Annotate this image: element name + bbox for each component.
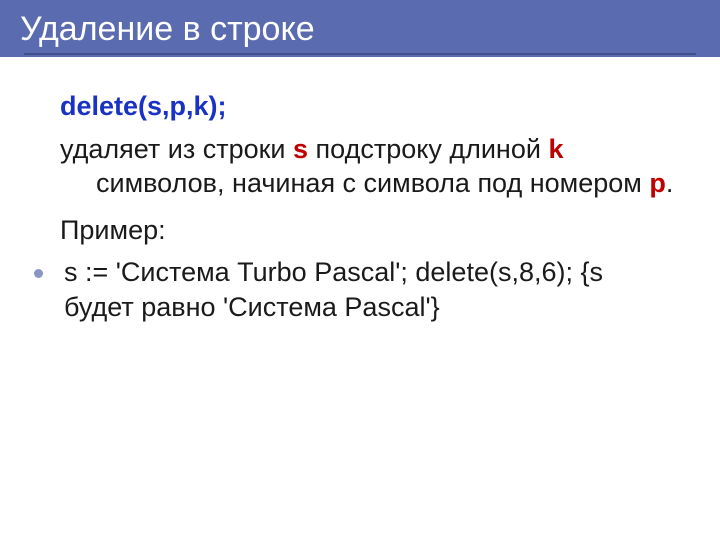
example-text: s := 'Система Turbo Pascal'; delete(s,8,… (42, 255, 680, 325)
var-p: p (649, 168, 666, 198)
description: удаляет из строки s подстроку длиной k с… (60, 132, 680, 201)
slide-title: Удаление в строке (0, 0, 720, 57)
desc-part4: . (666, 168, 674, 198)
slide-body: delete(s,p,k); удаляет из строки s подст… (0, 59, 720, 325)
title-underline (24, 53, 696, 55)
code-signature: delete(s,p,k); (60, 89, 680, 124)
list-item: s := 'Система Turbo Pascal'; delete(s,8,… (38, 255, 680, 325)
slide: Удаление в строке delete(s,p,k); удаляет… (0, 0, 720, 540)
example-list: s := 'Система Turbo Pascal'; delete(s,8,… (60, 255, 680, 325)
var-s: s (293, 134, 308, 164)
desc-part1: удаляет из строки (60, 134, 293, 164)
var-k: k (548, 134, 563, 164)
example-label: Пример: (60, 213, 680, 248)
desc-part3: символов, начиная с символа под номером (96, 168, 649, 198)
desc-part2: подстроку длиной (308, 134, 548, 164)
